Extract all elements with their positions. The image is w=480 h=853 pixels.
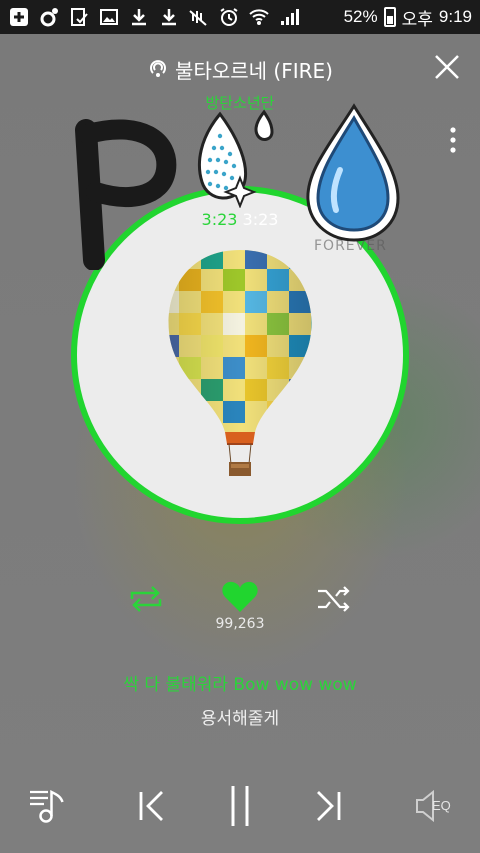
more-vertical-icon bbox=[450, 127, 456, 153]
pause-icon bbox=[231, 786, 249, 826]
close-icon bbox=[435, 55, 459, 79]
shuffle-button[interactable] bbox=[316, 585, 352, 617]
repeat-button[interactable] bbox=[128, 585, 164, 617]
signal-icon bbox=[278, 6, 300, 28]
clock: 9:19 bbox=[438, 7, 472, 26]
download-icon bbox=[128, 6, 150, 28]
player-header: 불타오르네 (FIRE) bbox=[0, 50, 480, 90]
song-actions bbox=[0, 580, 480, 620]
total-duration: 3:23 bbox=[242, 210, 279, 229]
audio-quality-icon bbox=[147, 57, 169, 83]
close-button[interactable] bbox=[432, 52, 462, 82]
title-row: 불타오르네 (FIRE) bbox=[0, 55, 480, 84]
more-options-button[interactable] bbox=[448, 126, 458, 156]
elapsed-time: 3:23 bbox=[201, 210, 238, 229]
song-title: 불타오르네 (FIRE) bbox=[175, 59, 333, 83]
next-icon bbox=[317, 791, 341, 821]
lyric-current-line[interactable]: 싹 다 불태워라 Bow wow wow bbox=[0, 670, 480, 695]
music-app-icon bbox=[38, 6, 60, 28]
battery-percent: 52% bbox=[343, 7, 378, 26]
next-button[interactable] bbox=[312, 786, 344, 830]
download-icon-2 bbox=[158, 6, 180, 28]
alarm-icon bbox=[218, 6, 240, 28]
ampm-label: 오후 bbox=[401, 9, 433, 29]
wifi-icon bbox=[248, 6, 270, 28]
image-icon bbox=[98, 6, 120, 28]
add-icon bbox=[8, 6, 30, 28]
dotted-drop-sticker bbox=[190, 108, 280, 212]
previous-button[interactable] bbox=[136, 786, 168, 830]
eq-label: EQ bbox=[432, 798, 451, 813]
status-bar: 52% 오후 9:19 bbox=[0, 0, 480, 34]
lyric-next-line[interactable]: 용서해줄게 bbox=[0, 704, 480, 729]
repeat-icon bbox=[130, 586, 162, 612]
like-button[interactable] bbox=[221, 580, 259, 618]
previous-icon bbox=[139, 791, 163, 821]
playlist-button[interactable] bbox=[28, 786, 68, 830]
playlist-icon bbox=[30, 789, 64, 823]
like-count: 99,263 bbox=[215, 616, 265, 632]
playback-controls: EQ bbox=[0, 780, 480, 836]
shuffle-icon bbox=[318, 586, 350, 612]
water-drop-sticker bbox=[300, 100, 404, 250]
document-check-icon bbox=[68, 6, 90, 28]
heart-icon bbox=[222, 581, 258, 612]
equalizer-button[interactable]: EQ bbox=[414, 788, 462, 828]
pause-button[interactable] bbox=[224, 782, 256, 834]
nfc-off-icon bbox=[188, 6, 210, 28]
battery-icon bbox=[383, 7, 396, 27]
letter-p-sticker bbox=[70, 100, 190, 274]
